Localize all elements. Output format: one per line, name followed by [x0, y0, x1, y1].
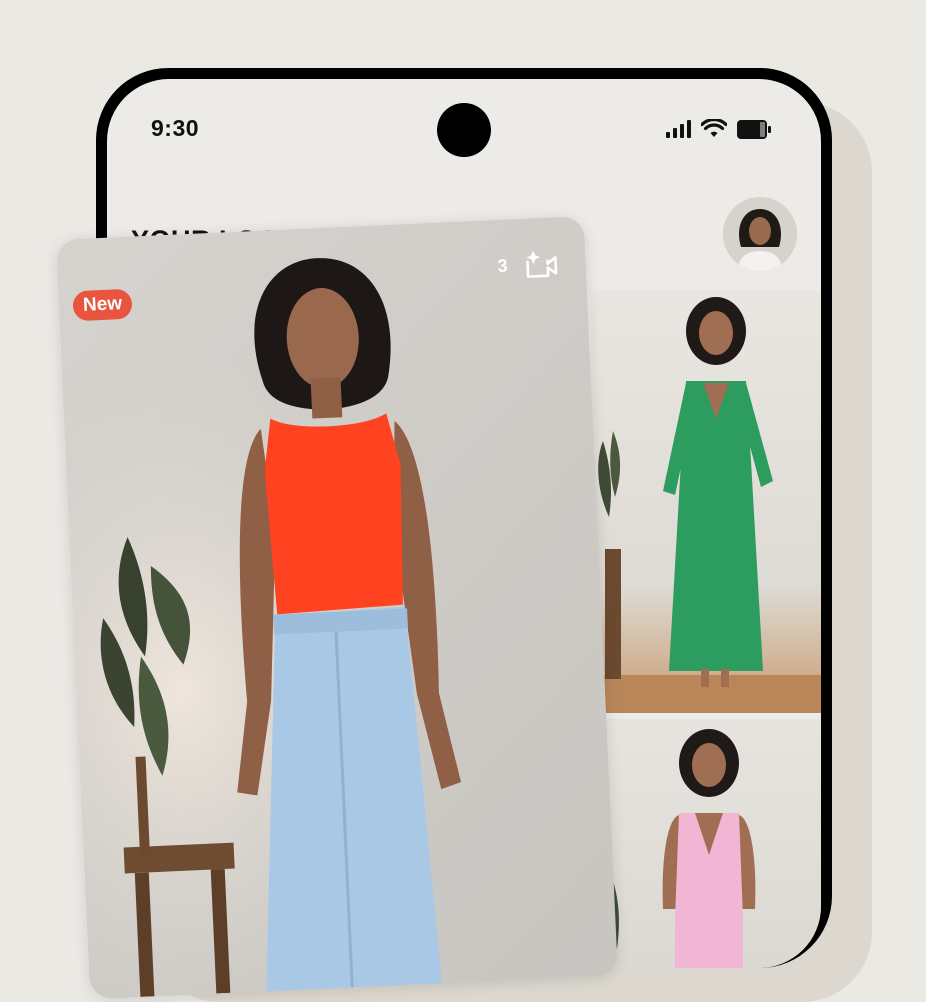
look-image-pink-vest [604, 729, 756, 968]
look-image-green-dress [591, 297, 821, 713]
status-time: 9:30 [151, 115, 200, 141]
status-icons [666, 119, 771, 139]
look-tile-pink-vest[interactable] [591, 719, 821, 968]
avatar-image [723, 197, 797, 271]
battery-icon [737, 119, 771, 139]
video-sparkle-icon[interactable] [521, 247, 561, 283]
new-badge: New [72, 288, 133, 322]
signal-icon [666, 120, 691, 138]
video-count: 3 [497, 255, 509, 276]
featured-look-image [56, 216, 618, 1000]
avatar[interactable] [723, 197, 797, 271]
camera-cutout [437, 103, 491, 157]
wifi-icon [701, 119, 727, 137]
featured-look-card[interactable]: New 3 [56, 216, 618, 1000]
look-tile-green-dress[interactable] [591, 291, 821, 713]
